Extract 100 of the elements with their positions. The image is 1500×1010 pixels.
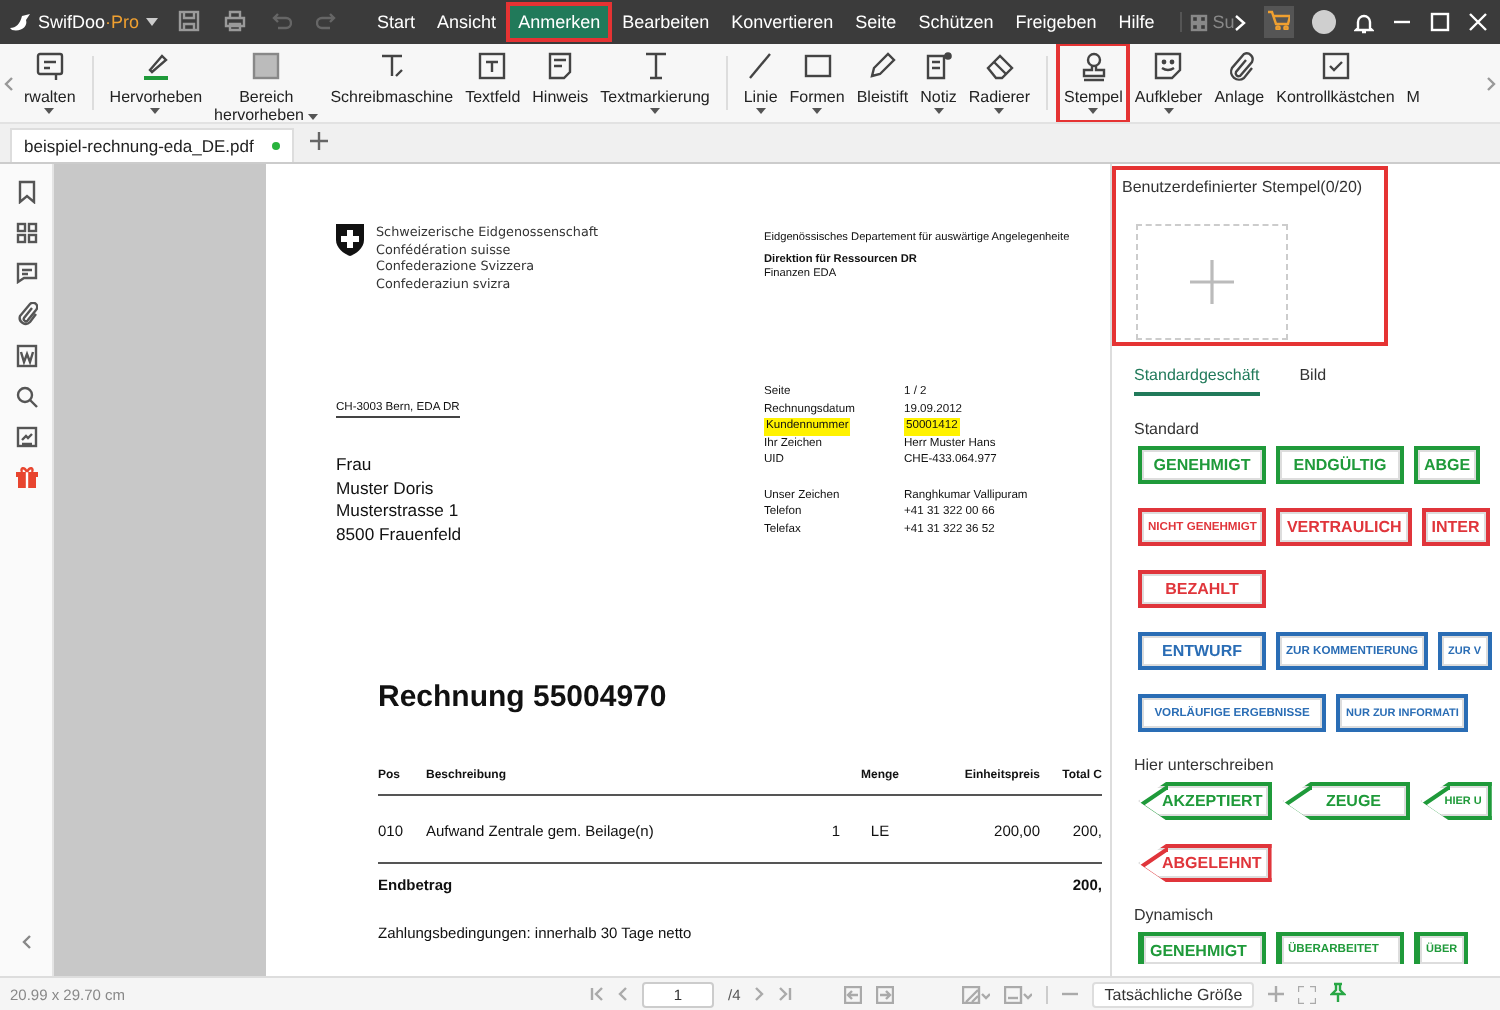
caret-icon bbox=[150, 108, 161, 114]
stamp[interactable]: ZEUGE bbox=[1282, 782, 1411, 820]
document-tab[interactable]: beispiel-rechnung-eda_DE.pdf bbox=[10, 128, 294, 162]
cart-icon[interactable] bbox=[1268, 10, 1291, 30]
forward-icon[interactable] bbox=[876, 985, 895, 1003]
memo-icon bbox=[922, 50, 955, 82]
thumbnails-icon[interactable] bbox=[15, 222, 37, 244]
category-tab[interactable]: Standardgeschäft bbox=[1134, 366, 1260, 396]
stamp[interactable]: ABGE bbox=[1414, 446, 1481, 484]
bell-icon[interactable] bbox=[1354, 11, 1375, 33]
previous-page-icon[interactable] bbox=[618, 986, 628, 1002]
word-document-icon[interactable] bbox=[15, 344, 37, 368]
tool-button[interactable]: Schreibmaschine bbox=[324, 44, 460, 122]
caret-icon bbox=[44, 108, 55, 114]
recipient-address-line: 8500 Frauenfeld bbox=[336, 523, 464, 547]
page-view-icon[interactable] bbox=[962, 985, 991, 1003]
caret-icon bbox=[650, 108, 661, 114]
tool-button[interactable]: Hinweis bbox=[526, 44, 595, 122]
recipient-address-line: Muster Doris bbox=[336, 477, 436, 501]
chevron-left-icon[interactable] bbox=[4, 75, 14, 91]
bookmark-icon[interactable] bbox=[15, 180, 37, 204]
menu-tab[interactable]: Seite bbox=[847, 6, 905, 38]
menu-tab[interactable]: Start bbox=[369, 6, 424, 38]
bird-logo-icon bbox=[8, 10, 32, 34]
tool-button[interactable]: Linie bbox=[737, 44, 784, 122]
chevron-left-icon[interactable] bbox=[21, 934, 31, 950]
menu-tab[interactable]: Schützen bbox=[910, 6, 1002, 38]
invoice-title: Rechnung 55004970 bbox=[378, 680, 669, 715]
text-box-icon bbox=[476, 50, 509, 82]
tool-button[interactable]: Hervorheben bbox=[103, 44, 209, 122]
section-title: Hier unterschreiben bbox=[1134, 756, 1274, 774]
stamp[interactable]: ENDGÜLTIG bbox=[1276, 446, 1404, 484]
tool-button[interactable]: Anlage bbox=[1208, 44, 1271, 122]
caret-icon bbox=[933, 108, 944, 114]
menu-tab[interactable]: Anmerken bbox=[510, 6, 609, 38]
zoom-in-icon[interactable] bbox=[1268, 986, 1285, 1002]
fit-screen-icon[interactable] bbox=[1298, 985, 1317, 1003]
save-icon[interactable] bbox=[177, 9, 200, 31]
tool-button[interactable]: Formen bbox=[783, 44, 851, 122]
app-edition: ·Pro bbox=[105, 12, 140, 32]
print-icon[interactable] bbox=[223, 9, 246, 31]
close-icon[interactable] bbox=[1468, 12, 1489, 32]
menu-tab[interactable]: Ansicht bbox=[429, 6, 505, 38]
stamp-icon bbox=[1077, 50, 1110, 82]
avatar-icon[interactable] bbox=[1312, 10, 1337, 34]
tool-button[interactable]: Bleistift bbox=[850, 44, 915, 122]
undo-icon[interactable] bbox=[269, 9, 292, 31]
zoom-level-button[interactable]: Tatsächliche Größe bbox=[1092, 981, 1255, 1007]
tool-button[interactable]: Notiz bbox=[914, 44, 963, 122]
checkbox-icon bbox=[1319, 50, 1352, 82]
stamp[interactable]: GENEHMIGT bbox=[1138, 932, 1266, 964]
line-icon bbox=[744, 50, 777, 82]
recipient-address-line: Musterstrasse 1 bbox=[336, 500, 461, 524]
eraser-icon bbox=[983, 50, 1016, 82]
stamp[interactable]: AKZEPTIERT bbox=[1138, 782, 1273, 820]
tab-title: beispiel-rechnung-eda_DE.pdf bbox=[24, 136, 254, 156]
tool-button[interactable]: Textfeld bbox=[459, 44, 527, 122]
signature-icon[interactable] bbox=[15, 426, 37, 448]
menu-tab[interactable]: Freigeben bbox=[1007, 6, 1105, 38]
note-icon bbox=[544, 50, 577, 82]
tool-button[interactable]: Aufkleber bbox=[1128, 44, 1209, 122]
tool-button[interactable]: rwalten bbox=[18, 44, 82, 122]
sticker-icon bbox=[1152, 50, 1185, 82]
stamp[interactable]: GENEHMIGT bbox=[1138, 446, 1266, 484]
menu-tab[interactable]: Konvertieren bbox=[723, 6, 842, 38]
redo-icon[interactable] bbox=[315, 9, 338, 31]
menu-tab[interactable]: Hilfe bbox=[1110, 6, 1163, 38]
caret-icon bbox=[755, 108, 766, 114]
tool-button[interactable]: Stempel bbox=[1058, 44, 1129, 122]
section-title: Dynamisch bbox=[1134, 906, 1214, 924]
paperclip-icon[interactable] bbox=[15, 302, 37, 326]
next-page-icon[interactable] bbox=[754, 986, 765, 1002]
pin-icon[interactable] bbox=[1330, 982, 1347, 1002]
last-page-icon[interactable] bbox=[778, 986, 793, 1002]
tool-button[interactable]: Textmarkierung bbox=[594, 44, 716, 122]
stamp[interactable]: INTER bbox=[1421, 508, 1490, 546]
menu-tab[interactable]: Bearbeiten bbox=[614, 6, 718, 38]
tool-button[interactable]: Radierer bbox=[962, 44, 1037, 122]
stamp[interactable]: ABGELEHNT bbox=[1138, 844, 1272, 882]
stamp[interactable]: ENTWURF bbox=[1138, 632, 1266, 670]
gift-icon[interactable] bbox=[15, 466, 37, 488]
pencil-icon bbox=[866, 50, 899, 82]
first-page-icon[interactable] bbox=[590, 986, 604, 1002]
layout-icon[interactable] bbox=[1004, 985, 1033, 1003]
caret-icon[interactable] bbox=[145, 16, 158, 28]
tool-button[interactable]: Bereich hervorheben bbox=[208, 44, 325, 122]
comment-icon[interactable] bbox=[15, 262, 37, 284]
caret-icon bbox=[812, 108, 823, 114]
category-tab[interactable]: Bild bbox=[1299, 366, 1327, 396]
plus-icon[interactable] bbox=[309, 132, 328, 150]
stamp[interactable]: VERTRAULICH bbox=[1276, 508, 1412, 546]
back-icon[interactable] bbox=[844, 985, 863, 1003]
tool-button[interactable]: Kontrollkästchen bbox=[1270, 44, 1401, 122]
stamp[interactable]: BEZAHLT bbox=[1138, 570, 1266, 608]
swiss-coat-of-arms-icon bbox=[336, 224, 364, 256]
section-title: Standard bbox=[1134, 420, 1199, 438]
highlighter-icon bbox=[139, 50, 172, 82]
recipient-address-line: Frau bbox=[336, 454, 374, 478]
maximize-icon[interactable] bbox=[1430, 12, 1451, 32]
tool-button[interactable]: M bbox=[1400, 44, 1426, 122]
